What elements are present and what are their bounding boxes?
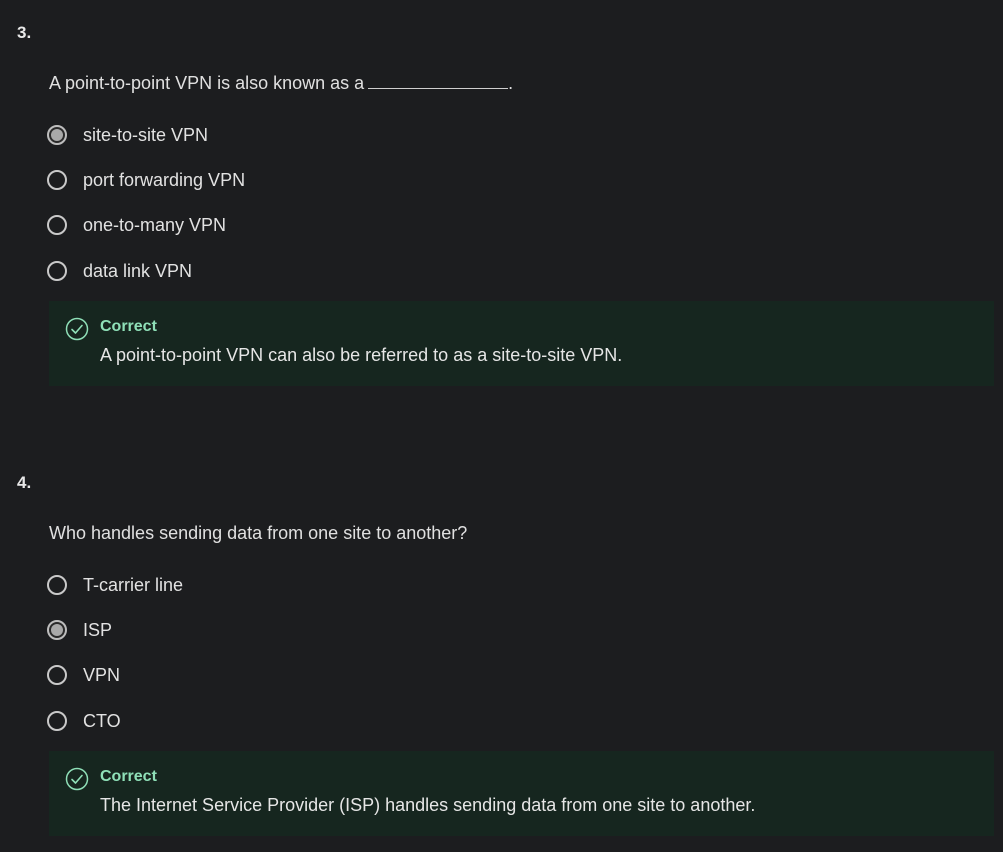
option-data-link-vpn[interactable]: data link VPN [47,257,192,285]
option-site-to-site-vpn[interactable]: site-to-site VPN [47,121,208,149]
option-label: data link VPN [83,260,193,281]
option-cto[interactable]: CTO [47,707,121,735]
option-label: ISP [83,619,113,640]
question-prompt-suffix: . [508,73,514,93]
radio-button[interactable] [47,711,67,731]
option-label: one-to-many VPN [83,214,227,235]
feedback-status: Correct [100,318,157,335]
feedback-explanation: The Internet Service Provider (ISP) hand… [100,795,756,815]
check-circle-icon [65,317,89,341]
feedback-explanation: A point-to-point VPN can also be referre… [100,345,623,365]
question-prompt: Who handles sending data from one site t… [49,523,468,543]
radio-button[interactable] [47,215,67,235]
radio-dot [51,624,63,636]
question-prompt: A point-to-point VPN is also known as a. [49,73,513,94]
option-t-carrier-line[interactable]: T-carrier line [47,571,183,599]
radio-button[interactable] [47,170,67,190]
question-number: 4. [17,473,32,492]
option-port-forwarding-vpn[interactable]: port forwarding VPN [47,166,245,194]
option-vpn[interactable]: VPN [47,661,120,689]
option-label: VPN [83,664,121,685]
option-label: CTO [83,710,121,731]
radio-button[interactable] [47,261,67,281]
option-label: T-carrier line [83,574,184,595]
radio-button[interactable] [47,665,67,685]
radio-dot [51,129,63,141]
option-one-to-many-vpn[interactable]: one-to-many VPN [47,211,226,239]
feedback-correct: Correct A point-to-point VPN can also be… [49,301,994,386]
fill-in-blank [368,74,509,89]
feedback-status: Correct [100,768,157,785]
radio-button-selected[interactable] [47,125,67,145]
question-number: 3. [17,23,32,42]
check-circle-icon [65,767,89,791]
radio-button-selected[interactable] [47,620,67,640]
radio-button[interactable] [47,575,67,595]
option-label: port forwarding VPN [83,169,246,190]
option-isp[interactable]: ISP [47,616,112,644]
feedback-correct: Correct The Internet Service Provider (I… [49,751,994,836]
option-label: site-to-site VPN [83,124,209,145]
question-prompt-text: A point-to-point VPN is also known as a [49,73,365,93]
